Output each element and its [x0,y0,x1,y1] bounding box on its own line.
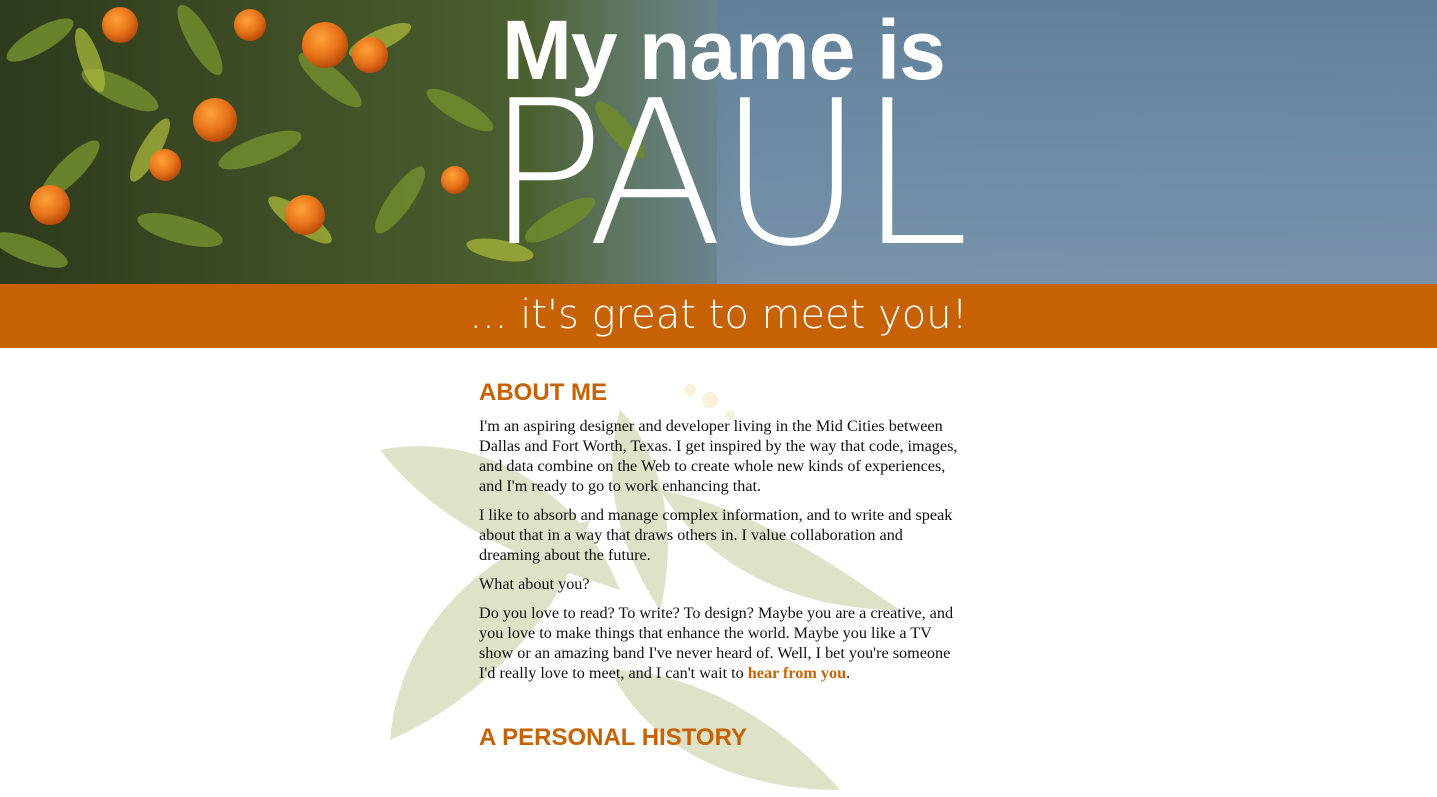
tagline-band: ... it's great to meet you! [0,284,1437,348]
about-paragraph-4: Do you love to read? To write? To design… [479,603,963,683]
hero-banner: My name is PAUL [0,0,1437,284]
tagline-text: ... it's great to meet you! [469,292,968,338]
about-heading: ABOUT ME [479,379,607,406]
main-content: ABOUT ME I'm an aspiring designer and de… [479,376,963,761]
history-heading: A PERSONAL HISTORY [479,724,748,751]
about-paragraph-4-text: Do you love to read? To write? To design… [479,604,954,682]
contact-link[interactable]: hear from you [748,664,846,682]
hero-title-name: PAUL [485,58,969,284]
about-paragraph-4-end: . [846,664,851,682]
about-paragraph-2: I like to absorb and manage complex info… [479,506,953,564]
about-paragraph-1: I'm an aspiring designer and developer l… [479,417,958,495]
about-paragraph-3: What about you? [479,575,590,593]
